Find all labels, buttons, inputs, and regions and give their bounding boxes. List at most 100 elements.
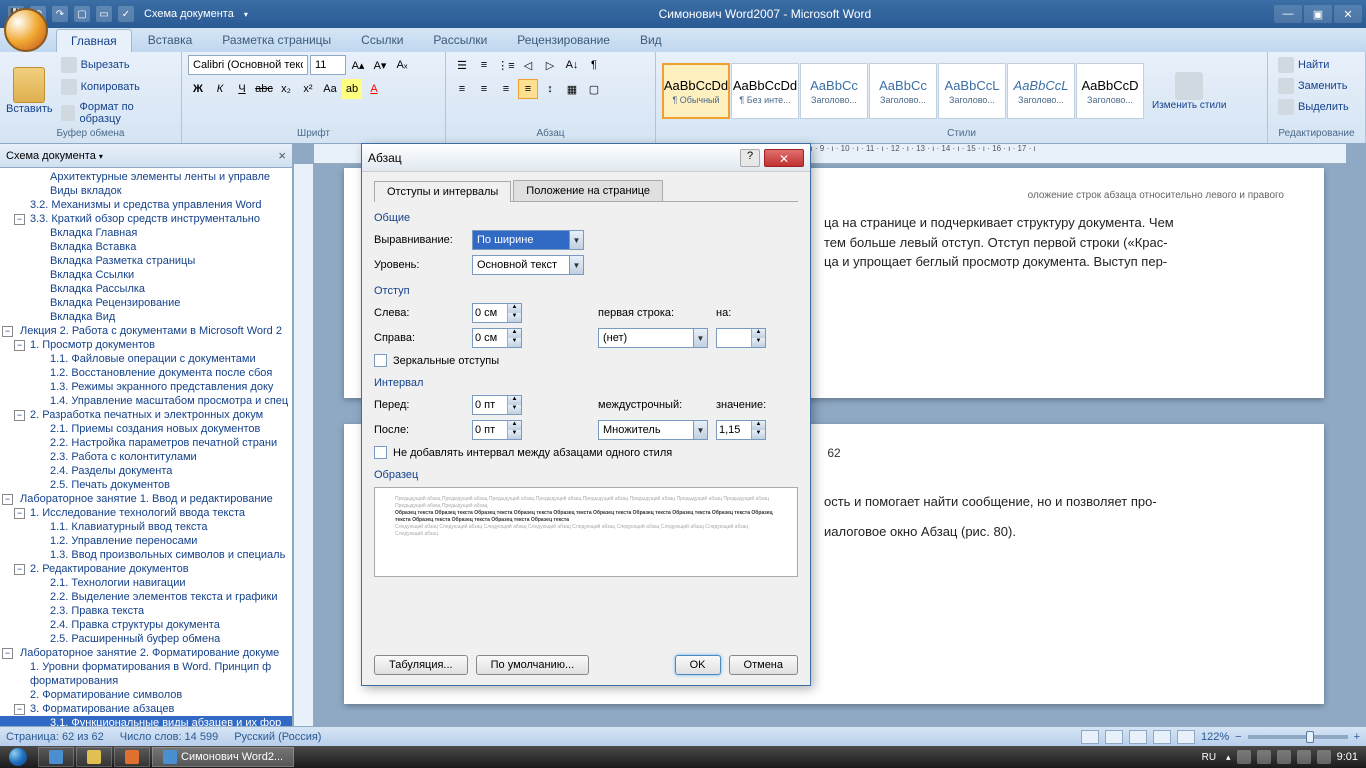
- firstline-by-spinner[interactable]: ▲▼: [716, 328, 766, 348]
- underline-icon[interactable]: Ч: [232, 79, 252, 99]
- qat-docmap-label[interactable]: Схема документа: [140, 8, 238, 20]
- select-button[interactable]: Выделить: [1274, 97, 1359, 117]
- cancel-button[interactable]: Отмена: [729, 655, 798, 675]
- view-web-icon[interactable]: [1129, 730, 1147, 744]
- paste-button[interactable]: Вставить: [6, 67, 53, 115]
- tree-item[interactable]: 2.3. Правка текста: [0, 604, 292, 618]
- multilevel-list-icon[interactable]: ⋮≡: [496, 55, 516, 75]
- zoom-out-icon[interactable]: −: [1235, 731, 1241, 743]
- tab-Рассылки[interactable]: Рассылки: [419, 29, 501, 52]
- vertical-ruler[interactable]: [294, 164, 314, 726]
- dialog-close-button[interactable]: ✕: [764, 149, 804, 167]
- tree-item[interactable]: Вкладка Разметка страницы: [0, 254, 292, 268]
- italic-icon[interactable]: К: [210, 79, 230, 99]
- document-map-tree[interactable]: Архитектурные элементы ленты и управлеВи…: [0, 168, 292, 726]
- tree-item[interactable]: −3.3. Краткий обзор средств инструментал…: [0, 212, 292, 226]
- view-draft-icon[interactable]: [1177, 730, 1195, 744]
- number-list-icon[interactable]: ≡: [474, 55, 494, 75]
- line-spacing-icon[interactable]: ↕: [540, 79, 560, 99]
- tree-item[interactable]: 1.1. Клавиатурный ввод текста: [0, 520, 292, 534]
- tree-item[interactable]: 1.3. Режимы экранного представления доку: [0, 380, 292, 394]
- sort-icon[interactable]: A↓: [562, 55, 582, 75]
- grow-font-icon[interactable]: A▴: [348, 55, 368, 75]
- tree-item[interactable]: 1.2. Управление переносами: [0, 534, 292, 548]
- tree-item[interactable]: Вкладка Ссылки: [0, 268, 292, 282]
- style-6[interactable]: AaBbCcDЗаголово...: [1076, 63, 1144, 119]
- increase-indent-icon[interactable]: ▷: [540, 55, 560, 75]
- task-word[interactable]: Симонович Word2...: [152, 747, 294, 767]
- change-case-icon[interactable]: Aa: [320, 79, 340, 99]
- tree-toggle-icon[interactable]: −: [2, 648, 13, 659]
- tab-Вид[interactable]: Вид: [626, 29, 676, 52]
- status-page[interactable]: Страница: 62 из 62: [6, 731, 104, 743]
- indent-left-spinner[interactable]: ▲▼: [472, 303, 522, 323]
- qat-check-icon[interactable]: ✓: [118, 6, 134, 22]
- tree-toggle-icon[interactable]: −: [14, 214, 25, 225]
- strike-icon[interactable]: abc: [254, 79, 274, 99]
- align-left-icon[interactable]: ≡: [452, 79, 472, 99]
- bullet-list-icon[interactable]: ☰: [452, 55, 472, 75]
- qat-open-icon[interactable]: ▭: [96, 6, 112, 22]
- tree-item[interactable]: 2.2. Выделение элементов текста и график…: [0, 590, 292, 604]
- cut-button[interactable]: Вырезать: [57, 55, 175, 75]
- tray-network-icon[interactable]: [1257, 750, 1271, 764]
- tree-toggle-icon[interactable]: −: [14, 508, 25, 519]
- font-color-icon[interactable]: A: [364, 79, 384, 99]
- tree-item[interactable]: 2. Форматирование символов: [0, 688, 292, 702]
- tab-Главная[interactable]: Главная: [56, 29, 132, 52]
- superscript-icon[interactable]: x²: [298, 79, 318, 99]
- tray-volume-icon[interactable]: [1277, 750, 1291, 764]
- tree-item[interactable]: −2. Разработка печатных и электронных до…: [0, 408, 292, 422]
- tree-item[interactable]: 3.2. Механизмы и средства управления Wor…: [0, 198, 292, 212]
- line-spacing-combo[interactable]: Множитель▼: [598, 420, 708, 440]
- tree-item[interactable]: 2.1. Технологии навигации: [0, 576, 292, 590]
- tree-item[interactable]: 2.1. Приемы создания новых документов: [0, 422, 292, 436]
- tree-item[interactable]: 2.4. Правка структуры документа: [0, 618, 292, 632]
- tree-item[interactable]: Вкладка Рассылка: [0, 282, 292, 296]
- tree-item[interactable]: 2.5. Печать документов: [0, 478, 292, 492]
- tree-item[interactable]: −Лекция 2. Работа с документами в Micros…: [0, 324, 292, 338]
- view-outline-icon[interactable]: [1153, 730, 1171, 744]
- tray-lang[interactable]: RU: [1198, 752, 1220, 763]
- qat-new-icon[interactable]: ▢: [74, 6, 90, 22]
- dialog-help-button[interactable]: ?: [740, 149, 760, 167]
- firstline-combo[interactable]: (нет)▼: [598, 328, 708, 348]
- tree-item[interactable]: Виды вкладок: [0, 184, 292, 198]
- clear-format-icon[interactable]: Aₓ: [392, 55, 412, 75]
- decrease-indent-icon[interactable]: ◁: [518, 55, 538, 75]
- tree-item[interactable]: Архитектурные элементы ленты и управле: [0, 170, 292, 184]
- tab-page-position[interactable]: Положение на странице: [513, 180, 663, 201]
- align-center-icon[interactable]: ≡: [474, 79, 494, 99]
- show-marks-icon[interactable]: ¶: [584, 55, 604, 75]
- minimize-button[interactable]: —: [1274, 5, 1302, 23]
- tree-item[interactable]: −1. Исследование технологий ввода текста: [0, 506, 292, 520]
- alignment-combo[interactable]: По ширине▼: [472, 230, 584, 250]
- task-explorer[interactable]: [76, 747, 112, 767]
- bold-icon[interactable]: Ж: [188, 79, 208, 99]
- subscript-icon[interactable]: x₂: [276, 79, 296, 99]
- align-right-icon[interactable]: ≡: [496, 79, 516, 99]
- tab-indents-spacing[interactable]: Отступы и интервалы: [374, 181, 511, 202]
- tree-toggle-icon[interactable]: −: [14, 410, 25, 421]
- tray-shield-icon[interactable]: [1237, 750, 1251, 764]
- justify-icon[interactable]: ≡: [518, 79, 538, 99]
- tree-item[interactable]: 1.3. Ввод произвольных символов и специа…: [0, 548, 292, 562]
- style-0[interactable]: AaBbCcDd¶ Обычный: [662, 63, 730, 119]
- status-lang[interactable]: Русский (Россия): [234, 731, 321, 743]
- tray-clock[interactable]: 9:01: [1337, 751, 1358, 763]
- tree-item[interactable]: 1.2. Восстановление документа после сбоя: [0, 366, 292, 380]
- tree-item[interactable]: 3.1. Функциональные виды абзацев и их фо…: [0, 716, 292, 726]
- style-3[interactable]: AaBbCcЗаголово...: [869, 63, 937, 119]
- maximize-button[interactable]: ▣: [1304, 5, 1332, 23]
- tree-item[interactable]: 1.4. Управление масштабом просмотра и сп…: [0, 394, 292, 408]
- task-ie[interactable]: [38, 747, 74, 767]
- tree-item[interactable]: Вкладка Вид: [0, 310, 292, 324]
- docmap-close-icon[interactable]: ×: [278, 148, 286, 163]
- spacing-before-spinner[interactable]: ▲▼: [472, 395, 522, 415]
- dialog-titlebar[interactable]: Абзац ? ✕: [362, 144, 810, 172]
- tray-battery-icon[interactable]: [1317, 750, 1331, 764]
- ok-button[interactable]: OK: [675, 655, 721, 675]
- tab-Ссылки[interactable]: Ссылки: [347, 29, 417, 52]
- find-button[interactable]: Найти: [1274, 55, 1359, 75]
- tree-toggle-icon[interactable]: −: [2, 494, 13, 505]
